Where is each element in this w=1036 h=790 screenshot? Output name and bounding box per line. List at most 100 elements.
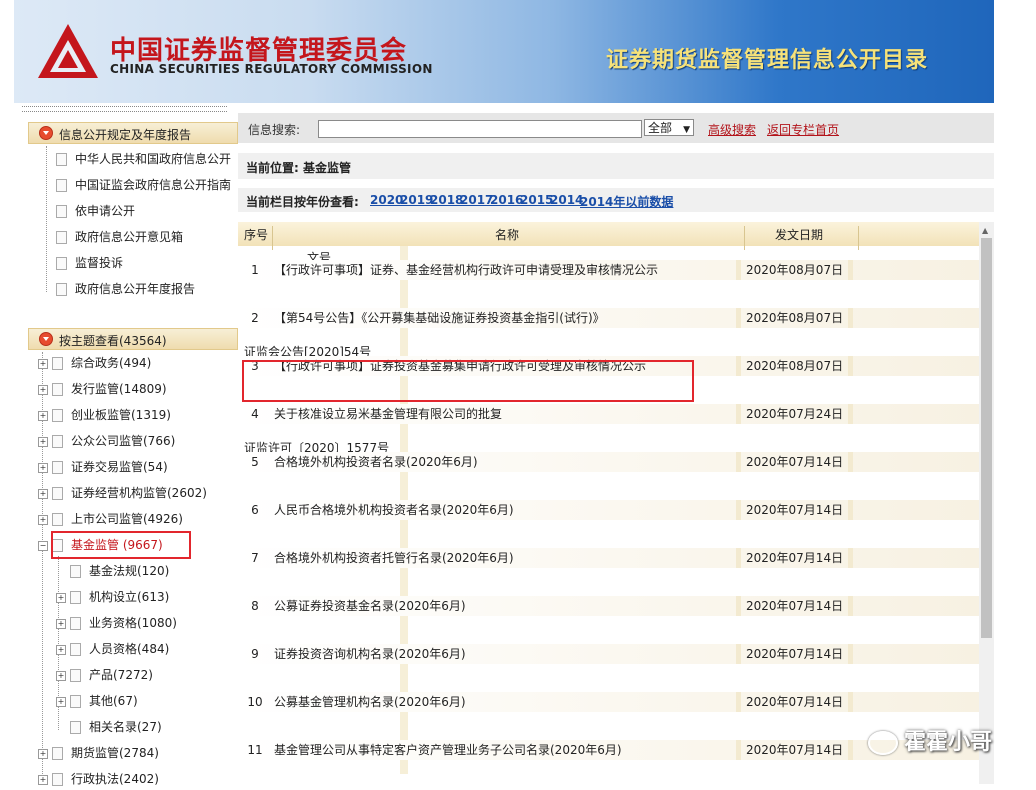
collapse-icon[interactable] — [39, 332, 53, 346]
row-title-link[interactable]: 合格境外机构投资者托管行名录(2020年6月) — [274, 548, 514, 568]
collapse-icon[interactable]: − — [38, 540, 48, 551]
topic-item[interactable]: + 证券经营机构监管(2602) — [38, 484, 207, 504]
subtopic-item-label[interactable]: 机构设立(613) — [89, 590, 169, 604]
collapse-icon[interactable] — [39, 126, 53, 140]
topic-item[interactable]: + 行政执法(2402) — [38, 770, 159, 790]
rules-item[interactable]: 政府信息公开意见箱 — [56, 228, 183, 248]
topic-item-label[interactable]: 综合政务(494) — [71, 356, 151, 370]
expand-icon[interactable]: + — [38, 514, 48, 525]
row-title-link[interactable]: 公募证券投资基金名录(2020年6月) — [274, 596, 466, 616]
subtopic-item[interactable]: + 产品(7272) — [56, 666, 153, 686]
topic-item[interactable]: + 发行监管(14809) — [38, 380, 167, 400]
topic-item-label[interactable]: 创业板监管(1319) — [71, 408, 171, 422]
expand-icon[interactable]: + — [56, 696, 66, 707]
subtopic-item[interactable]: + 机构设立(613) — [56, 588, 169, 608]
row-title-link[interactable]: 【行政许可事项】证券、基金经营机构行政许可申请受理及审核情况公示 — [274, 260, 658, 280]
expand-icon[interactable]: + — [56, 618, 66, 629]
table-row[interactable]: 9 证券投资咨询机构名录(2020年6月) 2020年07月14日 — [238, 630, 979, 678]
rules-item-label[interactable]: 依申请公开 — [75, 204, 135, 218]
table-row[interactable]: 8 公募证券投资基金名录(2020年6月) 2020年07月14日 — [238, 582, 979, 630]
expand-icon[interactable]: + — [38, 436, 48, 447]
subtopic-item[interactable]: +相关名录(27) — [56, 718, 162, 738]
expand-icon[interactable]: + — [38, 462, 48, 473]
back-home-link[interactable]: 返回专栏首页 — [767, 121, 839, 138]
topic-item-label[interactable]: 证券交易监管(54) — [71, 460, 168, 474]
expand-icon[interactable]: + — [56, 644, 66, 655]
expand-icon[interactable]: + — [38, 748, 48, 759]
expand-icon[interactable]: + — [38, 774, 48, 785]
subtopic-item-label[interactable]: 相关名录(27) — [89, 720, 162, 734]
topic-item[interactable]: + 综合政务(494) — [38, 354, 151, 374]
topic-item[interactable]: + 上市公司监管(4926) — [38, 510, 183, 530]
table-row[interactable]: 7 合格境外机构投资者托管行名录(2020年6月) 2020年07月14日 — [238, 534, 979, 582]
rules-item[interactable]: 中国证监会政府信息公开指南 — [56, 176, 231, 196]
year-link[interactable]: 2018 — [430, 193, 463, 207]
table-row[interactable]: 5 合格境外机构投资者名录(2020年6月) 2020年07月14日 — [238, 438, 979, 486]
subtopic-item-label[interactable]: 产品(7272) — [89, 668, 153, 682]
row-title-link[interactable]: 【第54号公告】《公开募集基础设施证券投资基金指引(试行)》 — [274, 308, 605, 328]
year-link-older[interactable]: 2014年以前数据 — [580, 193, 673, 210]
subtopic-item[interactable]: + 其他(67) — [56, 692, 138, 712]
subtopic-item-label[interactable]: 业务资格(1080) — [89, 616, 177, 630]
scrollbar[interactable]: ▲ — [979, 222, 994, 784]
row-title-link[interactable]: 公募基金管理机构名录(2020年6月) — [274, 692, 466, 712]
rules-item[interactable]: 监督投诉 — [56, 254, 123, 274]
year-link[interactable]: 2019 — [400, 193, 433, 207]
table-row[interactable]: 6 人民币合格境外机构投资者名录(2020年6月) 2020年07月14日 — [238, 486, 979, 534]
table-row[interactable]: 2 【第54号公告】《公开募集基础设施证券投资基金指引(试行)》 2020年08月0… — [238, 294, 979, 342]
row-date: 2020年07月14日 — [746, 455, 844, 469]
rules-item[interactable]: 中华人民共和国政府信息公开 — [56, 150, 231, 170]
table-row[interactable]: 1 【行政许可事项】证券、基金经营机构行政许可申请受理及审核情况公示 2020年08… — [238, 246, 979, 294]
row-title-link[interactable]: 合格境外机构投资者名录(2020年6月) — [274, 452, 478, 472]
rules-item-label[interactable]: 政府信息公开意见箱 — [75, 230, 183, 244]
topic-section-header[interactable]: 按主题查看(43564) — [28, 328, 238, 350]
expand-icon[interactable]: + — [56, 592, 66, 603]
year-link[interactable]: 2014 — [550, 193, 583, 207]
topic-item[interactable]: + 创业板监管(1319) — [38, 406, 171, 426]
search-input[interactable] — [318, 120, 642, 138]
table-header: 序号 名称 发文日期 — [238, 222, 979, 250]
topic-item[interactable]: + 证券交易监管(54) — [38, 458, 168, 478]
year-link[interactable]: 2016 — [490, 193, 523, 207]
topic-item-label[interactable]: 公众公司监管(766) — [71, 434, 175, 448]
year-link[interactable]: 2015 — [520, 193, 553, 207]
topic-item-label[interactable]: 发行监管(14809) — [71, 382, 167, 396]
rules-section-header[interactable]: 信息公开规定及年度报告 — [28, 122, 238, 144]
year-link[interactable]: 2017 — [460, 193, 493, 207]
row-number: 8 — [251, 599, 259, 613]
expand-icon[interactable]: + — [56, 670, 66, 681]
topic-item-label[interactable]: 证券经营机构监管(2602) — [71, 486, 207, 500]
subtopic-item-label[interactable]: 基金法规(120) — [89, 564, 169, 578]
scope-select[interactable]: 全部 ▼ — [644, 119, 694, 136]
advanced-search-link[interactable]: 高级搜索 — [708, 121, 756, 138]
rules-item-label[interactable]: 监督投诉 — [75, 256, 123, 270]
table-row[interactable]: 10 公募基金管理机构名录(2020年6月) 2020年07月14日 — [238, 678, 979, 726]
rules-item-label[interactable]: 中华人民共和国政府信息公开 — [75, 152, 231, 166]
scroll-up-icon[interactable]: ▲ — [982, 226, 988, 235]
document-icon — [70, 617, 81, 630]
rules-item-label[interactable]: 中国证监会政府信息公开指南 — [75, 178, 231, 192]
expand-icon[interactable]: + — [38, 488, 48, 499]
chevron-down-icon[interactable]: ▼ — [683, 122, 690, 139]
rules-item-label[interactable]: 政府信息公开年度报告 — [75, 282, 195, 296]
row-title-link[interactable]: 基金管理公司从事特定客户资产管理业务子公司名录(2020年6月) — [274, 740, 622, 760]
subtopic-item-label[interactable]: 其他(67) — [89, 694, 138, 708]
row-title-link[interactable]: 证券投资咨询机构名录(2020年6月) — [274, 644, 466, 664]
subtopic-item[interactable]: + 业务资格(1080) — [56, 614, 177, 634]
topic-item[interactable]: + 公众公司监管(766) — [38, 432, 175, 452]
topic-item[interactable]: + 期货监管(2784) — [38, 744, 159, 764]
rules-item[interactable]: 政府信息公开年度报告 — [56, 280, 195, 300]
row-title-link[interactable]: 人民币合格境外机构投资者名录(2020年6月) — [274, 500, 514, 520]
expand-icon[interactable]: + — [38, 410, 48, 421]
row-title-link[interactable]: 关于核准设立易米基金管理有限公司的批复 — [274, 404, 502, 424]
expand-icon[interactable]: + — [38, 384, 48, 395]
topic-item-label[interactable]: 上市公司监管(4926) — [71, 512, 183, 526]
rules-item[interactable]: 依申请公开 — [56, 202, 135, 222]
subtopic-item-label[interactable]: 人员资格(484) — [89, 642, 169, 656]
subtopic-item[interactable]: + 人员资格(484) — [56, 640, 169, 660]
scrollbar-thumb[interactable] — [981, 238, 992, 638]
topic-item-label[interactable]: 期货监管(2784) — [71, 746, 159, 760]
expand-icon[interactable]: + — [38, 358, 48, 369]
subtopic-item[interactable]: +基金法规(120) — [56, 562, 169, 582]
year-link[interactable]: 2020 — [370, 193, 403, 207]
